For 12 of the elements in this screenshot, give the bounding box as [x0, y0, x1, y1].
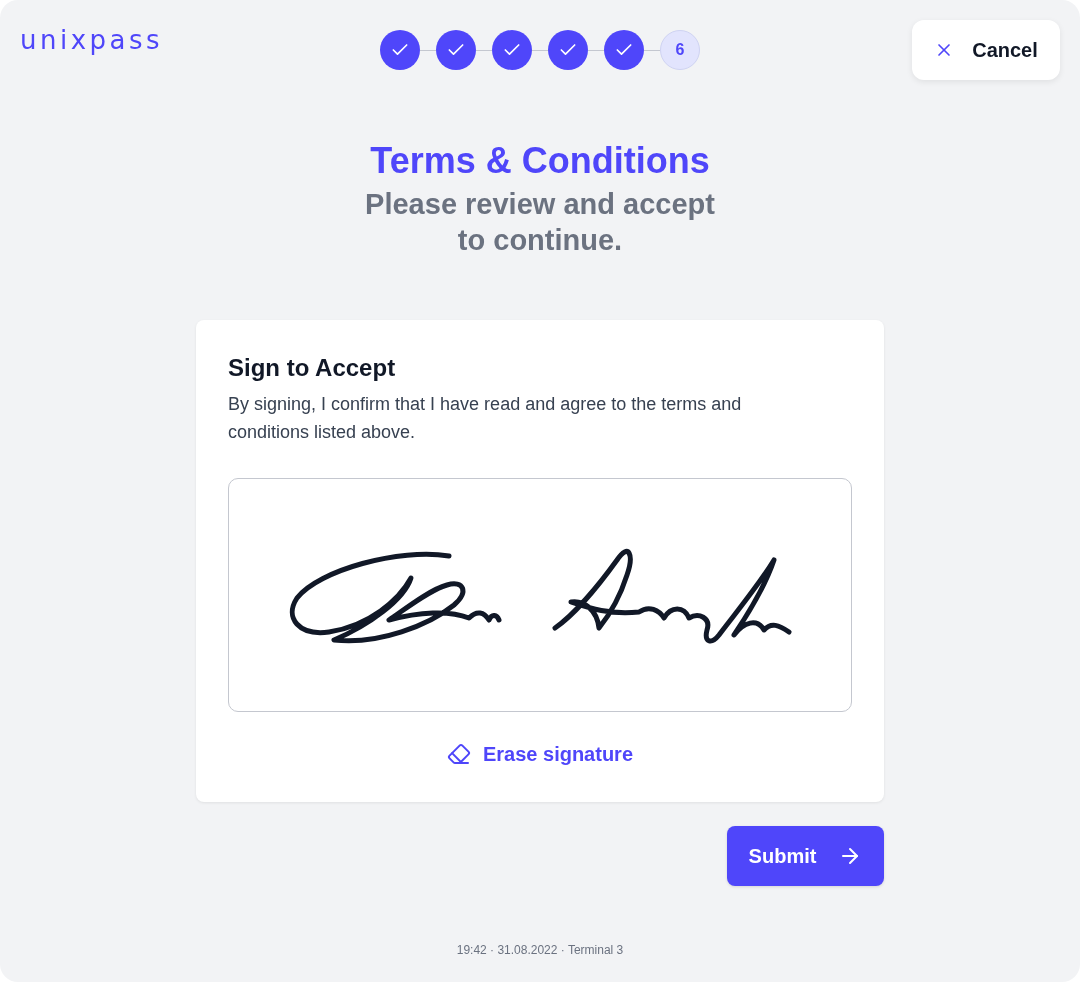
- erase-signature-link[interactable]: Erase signature: [446, 740, 634, 768]
- current-step: 6: [660, 30, 700, 70]
- card-heading: Sign to Accept: [228, 353, 397, 383]
- cancel-button[interactable]: Cancel: [912, 20, 1060, 80]
- logo: unixpass: [20, 25, 164, 55]
- submit-button[interactable]: Submit: [727, 826, 884, 886]
- signature-pad[interactable]: [228, 478, 852, 712]
- eraser-icon: [446, 742, 471, 766]
- page-title: Terms & Conditions: [370, 139, 710, 183]
- page-subtitle: Please review and accept to continue.: [364, 187, 716, 258]
- card-description: By signing, I confirm that I have read and agree to the terms and conditions listed above.: [228, 393, 743, 444]
- footer-status: 19:42 · 31.08.2022 · Terminal 3: [456, 942, 624, 958]
